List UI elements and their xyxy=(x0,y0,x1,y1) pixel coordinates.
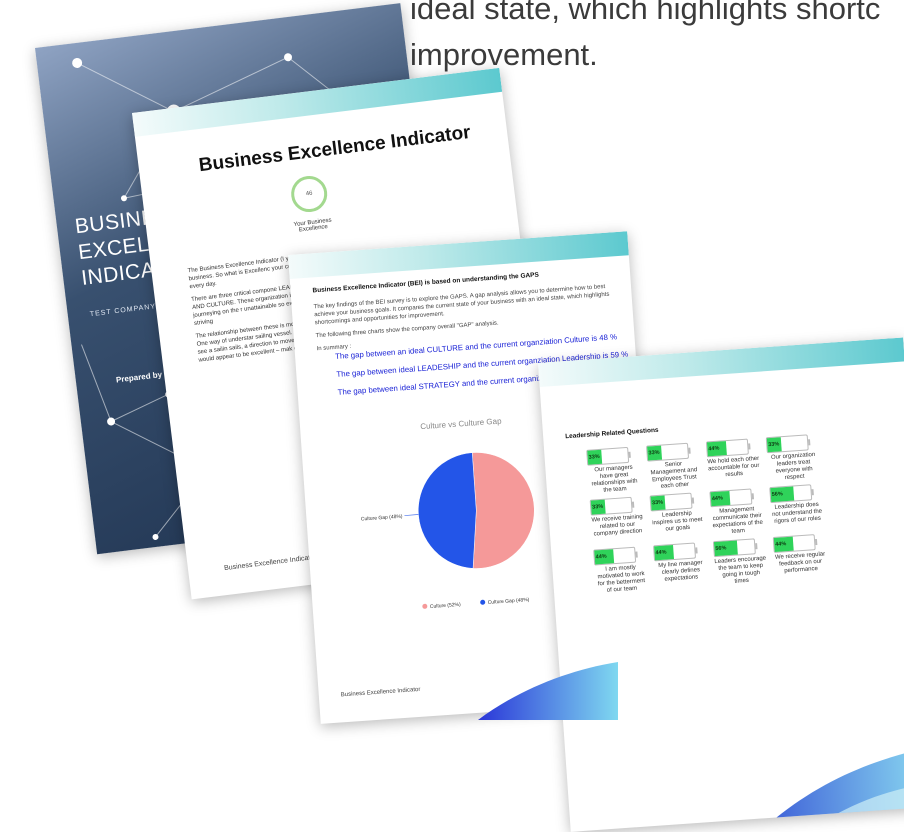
page-footer: Business Excellence Indicator xyxy=(340,686,421,699)
question-text: We receive training related to our compa… xyxy=(591,514,643,538)
leadership-question: 44% We receive regular feedback on our pe… xyxy=(772,533,836,583)
legend-label: Culture Gap (48%) xyxy=(488,597,530,606)
battery-gauge: 56% xyxy=(769,484,813,504)
question-text: Leadership does not understand the rigor… xyxy=(771,501,823,525)
question-text: Leadership inspires us to meet our goals xyxy=(652,510,703,533)
question-text: Our managers have great relationships wi… xyxy=(591,464,638,494)
leadership-question: 44% We hold each other accountable for ou… xyxy=(705,437,769,487)
battery-gauge: 44% xyxy=(593,546,637,566)
leadership-page: Leadership Related Questions 33% Our mana… xyxy=(538,337,904,832)
leadership-question: 33% We receive training related to our co… xyxy=(589,496,653,546)
battery-fill: 33% xyxy=(766,437,782,453)
battery-gauge: 33% xyxy=(586,446,630,466)
battery-gauge: 44% xyxy=(709,488,753,508)
battery-fill: 56% xyxy=(770,486,795,503)
background-text: ideal state, which highlights shortc imp… xyxy=(410,0,880,78)
background-text-line-1: ideal state, which highlights shortc xyxy=(410,0,881,26)
battery-gauge: 44% xyxy=(772,534,816,554)
leadership-question: 56% Leadership does not understand the ri… xyxy=(769,483,832,533)
question-text: We hold each other accountable for our r… xyxy=(707,455,760,479)
legend-swatch xyxy=(480,599,486,605)
leadership-question: 44% I am mostly motivated to work for the… xyxy=(593,545,656,595)
question-text: I am mostly motivated to work for the be… xyxy=(597,564,646,594)
page-title: Business Excellence Indicator xyxy=(197,121,472,177)
leadership-question-grid: 33% Our managers have great relationships… xyxy=(586,433,836,595)
question-text: Leaders encourage the team to keep going… xyxy=(714,555,767,585)
question-text: Management communicate their expectation… xyxy=(712,506,764,535)
battery-fill: 33% xyxy=(647,445,663,461)
battery-gauge: 33% xyxy=(765,434,809,454)
leadership-question: 33% Our organization leaders treat everyo… xyxy=(765,433,829,483)
battery-fill: 44% xyxy=(710,490,730,507)
battery-fill: 33% xyxy=(590,499,606,515)
battery-gauge: 44% xyxy=(705,438,749,458)
score-value: 46 xyxy=(305,190,313,198)
question-text: Senior Management and Employees Trust ea… xyxy=(650,461,698,490)
battery-gauge: 33% xyxy=(646,442,690,462)
page-footer: Business Excellence Indicator xyxy=(223,553,317,573)
legend-label: Culture (52%) xyxy=(430,602,462,610)
callout-label: Culture Gap (48%) xyxy=(361,514,403,523)
battery-fill: 44% xyxy=(594,549,614,565)
question-text: Our organization leaders treat everyone … xyxy=(770,451,816,482)
leadership-question: 44% My line manager clearly defines expec… xyxy=(653,541,716,591)
battery-fill: 44% xyxy=(706,441,727,457)
leadership-question: 33% Senior Management and Employees Trust… xyxy=(646,441,709,491)
score-ring: 46 xyxy=(289,173,330,215)
callout-line xyxy=(404,514,419,516)
battery-gauge: 33% xyxy=(589,496,633,516)
battery-gauge: 33% xyxy=(649,492,693,512)
question-text: My line manager clearly defines expectat… xyxy=(658,560,703,583)
battery-fill: 33% xyxy=(587,449,603,465)
battery-fill: 56% xyxy=(713,540,739,557)
legend-swatch xyxy=(422,603,428,609)
score-caption: Your Business Excellence xyxy=(293,217,333,234)
leadership-question: 33% Our managers have great relationships… xyxy=(586,446,649,496)
leadership-question: 33% Leadership inspires us to meet our go… xyxy=(649,491,713,541)
decorative-swoosh xyxy=(751,746,904,832)
battery-gauge: 44% xyxy=(653,542,697,562)
pie-slice xyxy=(418,452,477,569)
battery-gauge: 56% xyxy=(712,538,756,558)
decorative-swoosh xyxy=(478,662,618,720)
section-title: Leadership Related Questions xyxy=(564,426,659,441)
battery-fill: 44% xyxy=(654,545,674,561)
question-text: We receive regular feedback on our perfo… xyxy=(774,551,826,575)
battery-fill: 33% xyxy=(650,495,666,511)
leadership-question: 44% Management communicate their expectat… xyxy=(709,487,772,537)
battery-fill: 44% xyxy=(773,536,794,552)
leadership-question: 56% Leaders encourage the team to keep go… xyxy=(712,537,776,587)
